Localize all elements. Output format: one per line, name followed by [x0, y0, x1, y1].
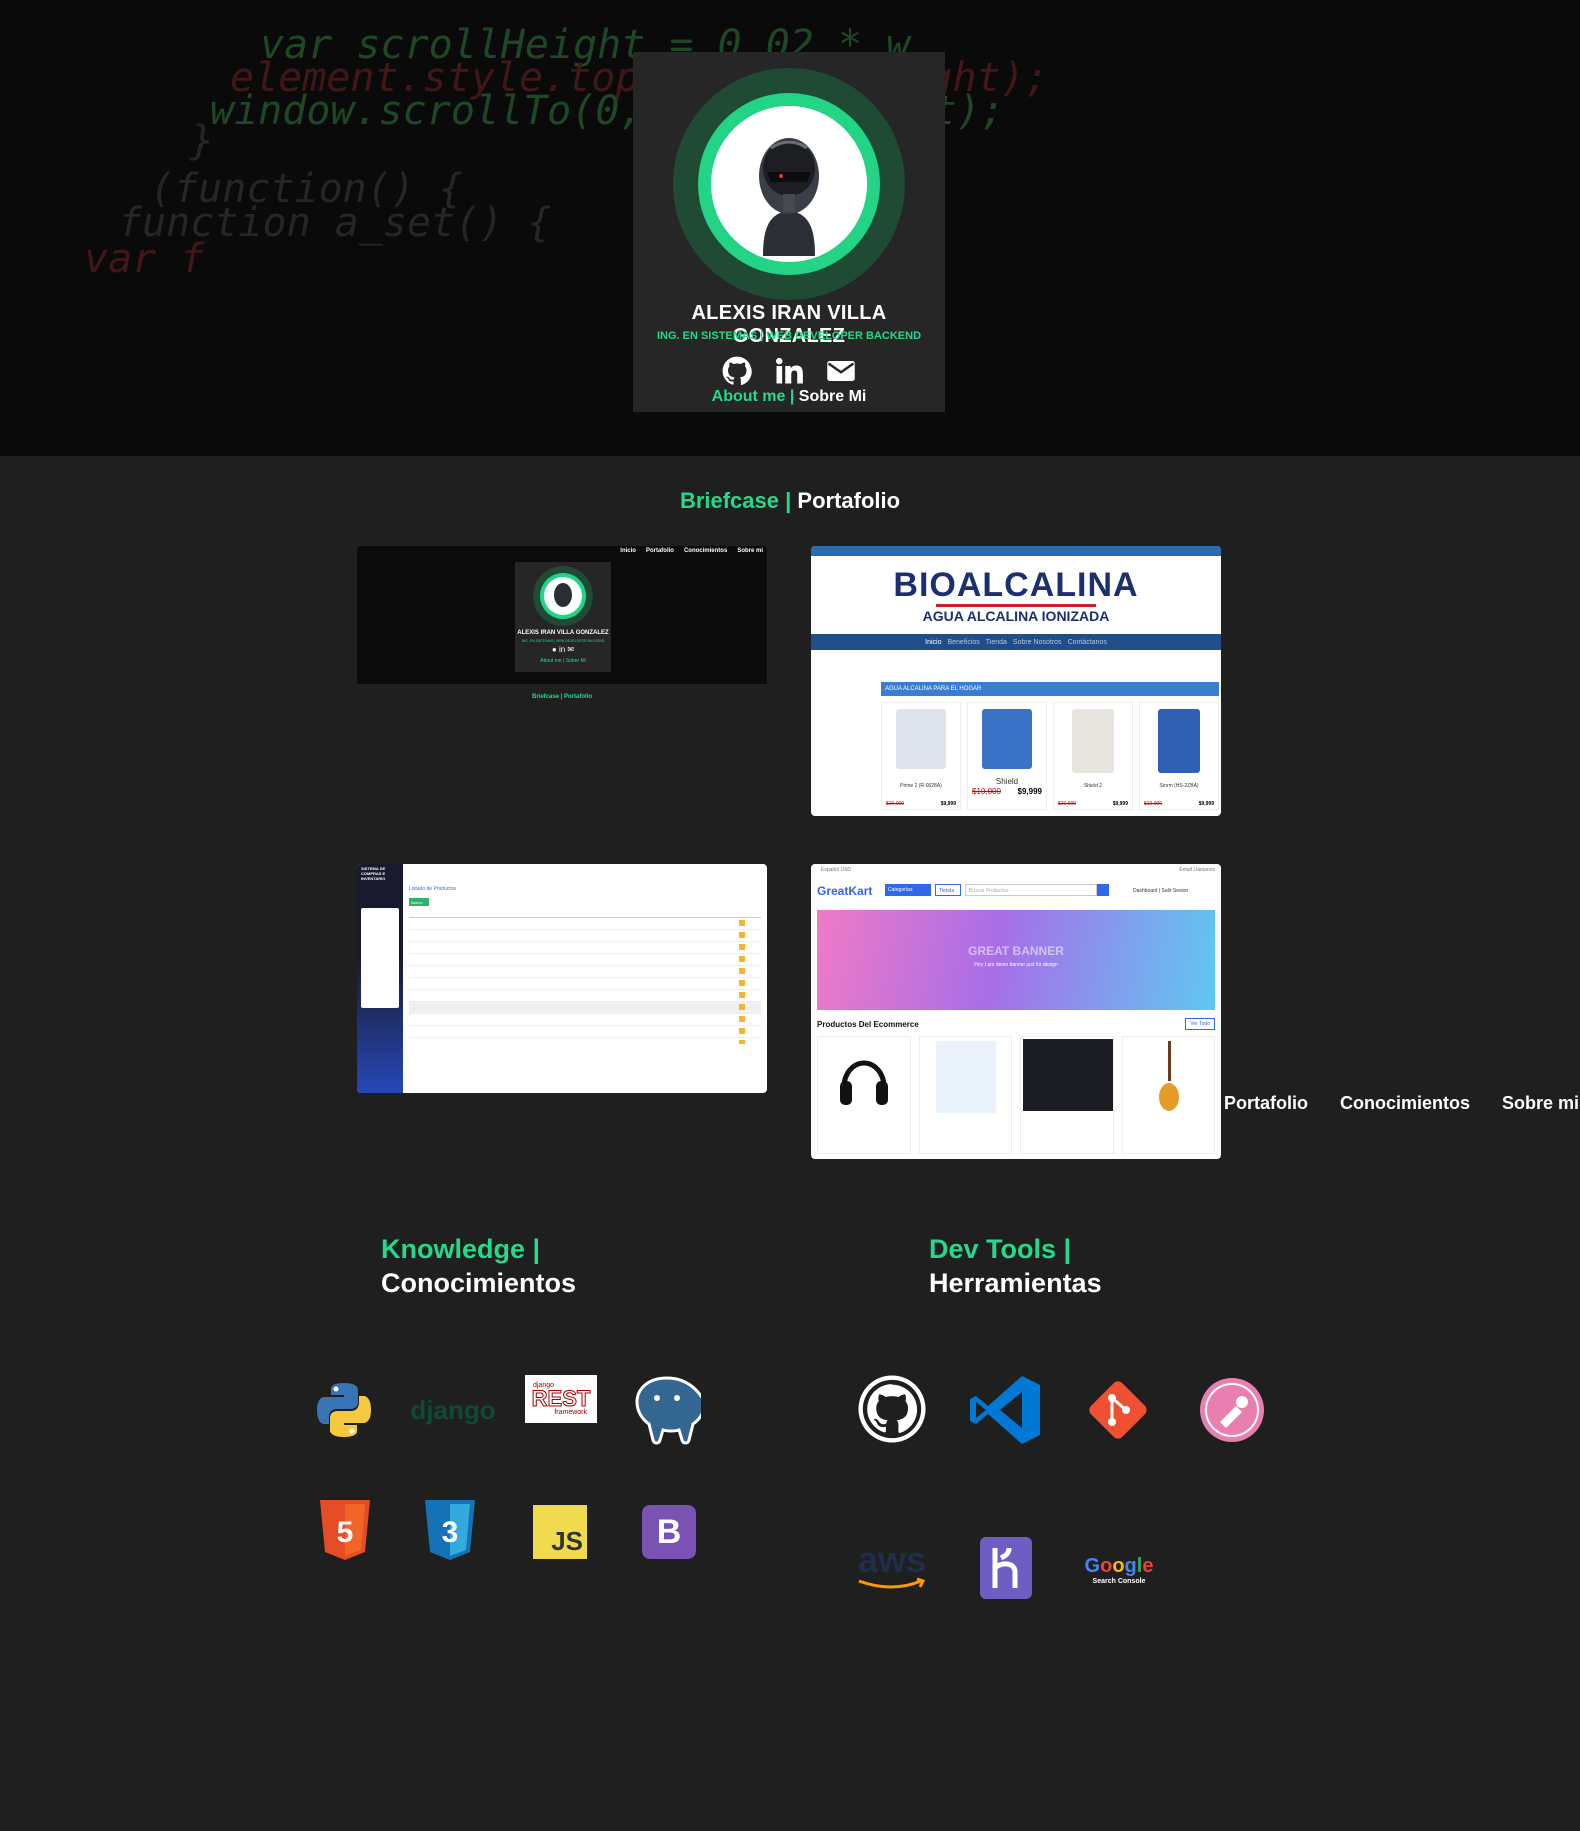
avatar	[711, 106, 867, 262]
portfolio-thumb-inventory[interactable]: SISTEMA DE COMPRAS E INVENTARIO Listado …	[357, 864, 767, 1093]
product-card: Shield $10,000 $9,999	[967, 702, 1047, 810]
knowledge-title: Knowledge | Conocimientos	[381, 1234, 577, 1298]
javascript-icon: JS	[533, 1505, 587, 1559]
css3-icon: 3	[423, 1498, 477, 1562]
django-icon: django	[410, 1394, 496, 1425]
thumb3-sidebar: SISTEMA DE COMPRAS E INVENTARIO	[357, 864, 403, 1093]
product-card: Camiseta de verando 300	[918, 1036, 1012, 1154]
google-search-console-icon: Google Search Console	[1084, 1555, 1154, 1585]
product-card: Shield 2 $10,000 $9,999	[1053, 702, 1133, 810]
portfolio-thumb-bioalcalina[interactable]: BIOALCALINA AGUA ALCALINA IONIZADA Inici…	[811, 546, 1221, 816]
mail-icon[interactable]	[826, 356, 856, 386]
thumb1-card: ALEXIS IRAN VILLA GONZALEZ ING. EN SISTE…	[515, 562, 611, 672]
heroku-icon	[980, 1537, 1032, 1599]
thumb1-nav: Inicio Portafolio Conocimientos Sobre mi	[620, 548, 763, 554]
github-icon[interactable]	[722, 356, 752, 386]
postgresql-icon	[633, 1374, 701, 1446]
html5-label: 5	[337, 1516, 354, 1549]
git-icon	[1082, 1374, 1154, 1446]
bootstrap-icon: B	[642, 1505, 696, 1559]
html5-icon: 5	[318, 1498, 372, 1562]
thumb4-banner: GREAT BANNER Hey I am demo banner just f…	[817, 910, 1215, 1010]
nav-sobre-mi[interactable]: Sobre mi	[1502, 1093, 1579, 1114]
css3-label: 3	[442, 1516, 459, 1549]
product-card: Storm (HS-2ZBA) $10,000 $9,999	[1139, 702, 1219, 810]
social-links	[633, 356, 945, 386]
product-card: Prime 2 (R-0028A) $10,000 $9,999	[881, 702, 961, 810]
product-card: Headphones 900	[817, 1036, 911, 1154]
tools-title: Dev Tools | Herramientas	[929, 1234, 1102, 1298]
avatar-ring	[673, 68, 905, 300]
github-icon	[857, 1374, 927, 1444]
product-card: Yamaha CX40 Guitarra Clásica Electroacus…	[1121, 1036, 1215, 1154]
nav-conocimientos[interactable]: Conocimientos	[1340, 1093, 1470, 1114]
hero-section: var scrollHeight = 0.02 * w element.styl…	[0, 0, 1580, 456]
postman-icon	[1198, 1376, 1266, 1444]
thumb2-nav: Inicio Beneficios Tienda Sobre Nosotros …	[811, 634, 1221, 650]
aws-icon: aws	[852, 1538, 932, 1596]
python-icon	[314, 1380, 374, 1440]
product-card: Laptop 1TB 8RAM 7892	[1020, 1036, 1114, 1154]
linkedin-icon[interactable]	[774, 356, 804, 386]
django-rest-framework-icon: django REST framework	[525, 1375, 597, 1423]
portfolio-title: Briefcase | Portafolio	[679, 488, 901, 513]
thumb2-products: Prime 2 (R-0028A) $10,000 $9,999 Shield …	[881, 702, 1219, 810]
profile-card: ALEXIS IRAN VILLA GONZALEZ ING. EN SISTE…	[633, 52, 945, 412]
thumb4-products: Headphones 900 Camiseta de verando 300 L…	[817, 1036, 1215, 1154]
main-nav: Portafolio Conocimientos Sobre mi	[1224, 1093, 1579, 1114]
about-me-link[interactable]: About me | Sobre Mi	[633, 388, 945, 406]
nav-portafolio[interactable]: Portafolio	[1224, 1093, 1308, 1114]
portfolio-thumb-greatkart[interactable]: Español USD Email Llámanos GreatKart Cat…	[811, 864, 1221, 1159]
profile-subtitle: ING. EN SISTEMAS | WEB DEVELOPER BACKEND	[656, 330, 922, 342]
vscode-icon	[968, 1374, 1042, 1446]
portfolio-thumb-personal-site[interactable]: Inicio Portafolio Conocimientos Sobre mi…	[357, 546, 767, 706]
thumb3-table	[409, 910, 761, 1050]
